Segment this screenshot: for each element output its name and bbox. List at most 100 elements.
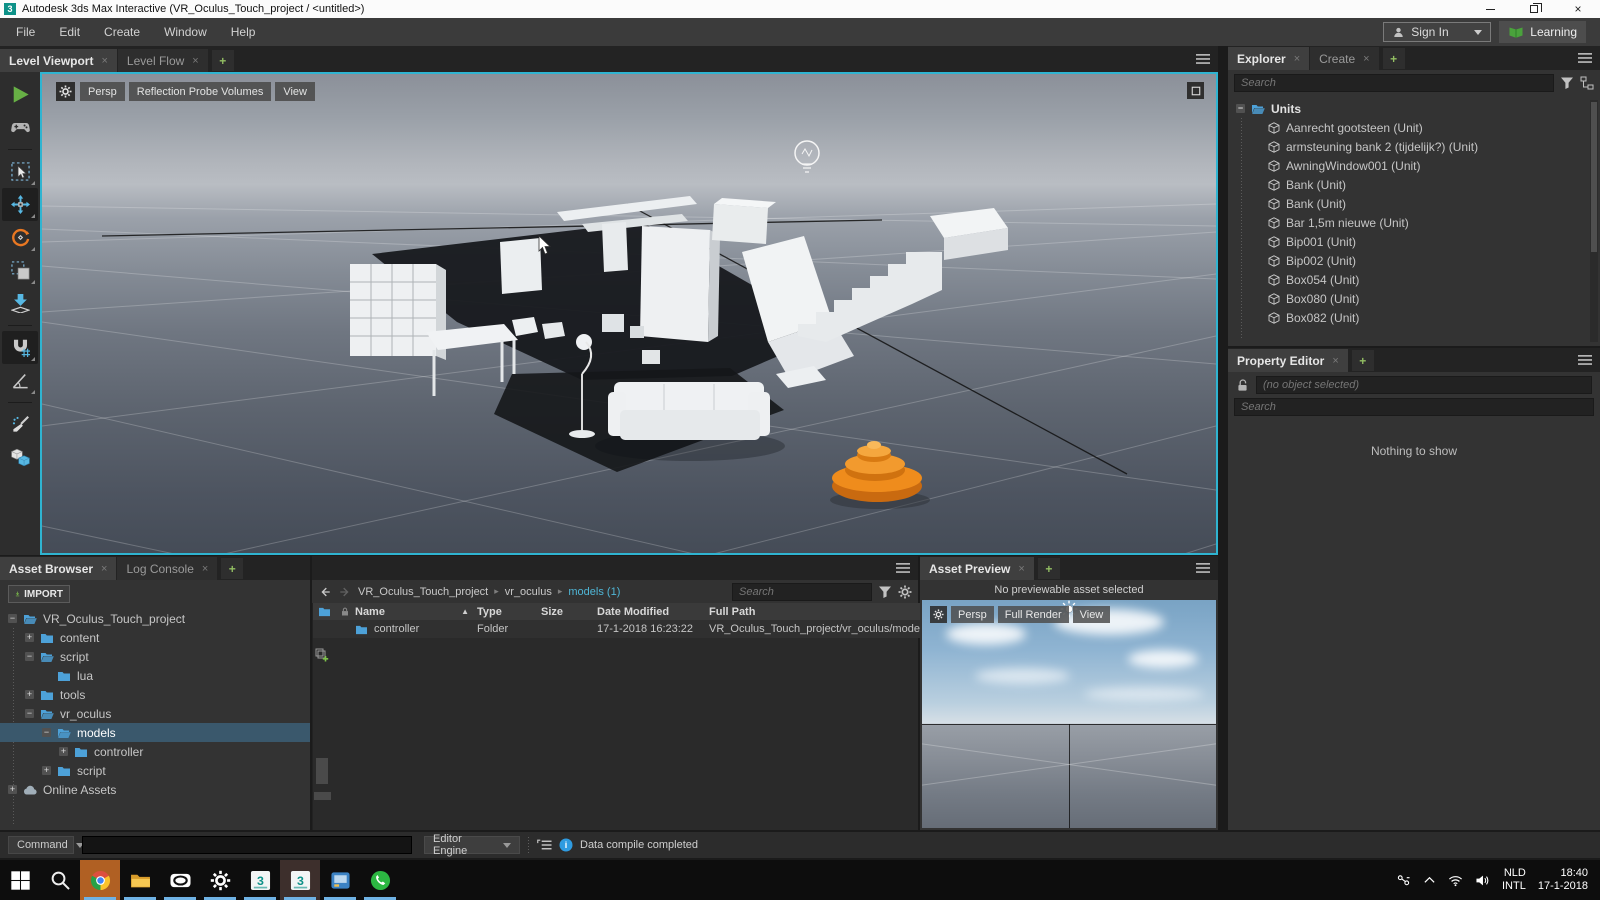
panel-menu-icon[interactable] [1578,52,1592,64]
close-icon[interactable]: × [1332,355,1338,367]
explorer-tree-item[interactable]: Units [1228,99,1600,118]
expander-icon[interactable] [1236,104,1245,113]
expander-icon[interactable] [8,614,17,623]
back-button[interactable] [318,586,332,598]
preview-mode-button[interactable]: Persp [951,606,994,623]
expander-icon[interactable] [25,709,34,718]
explorer-tree-item[interactable]: Box080 (Unit) [1228,289,1600,308]
project-tree-item[interactable]: script [0,647,310,666]
project-tree-item[interactable]: tools [0,685,310,704]
tool-button[interactable] [2,221,38,254]
tool-button[interactable] [2,111,38,144]
column-path[interactable]: Full Path [709,606,940,618]
breadcrumb-item[interactable]: VR_Oculus_Touch_project [358,586,488,598]
explorer-tree-item[interactable]: AwningWindow001 (Unit) [1228,156,1600,175]
language-indicator[interactable]: NLD INTL [1502,867,1526,893]
tool-button[interactable] [2,364,38,397]
preview-mode-button[interactable]: View [1073,606,1111,623]
column-size[interactable]: Size [541,606,597,618]
tool-button[interactable] [2,155,38,188]
tool-button[interactable] [2,441,38,474]
property-editor-tab[interactable]: Property Editor× [1228,349,1348,372]
preview-viewport[interactable]: PerspFull RenderView [922,600,1216,828]
menu-item[interactable]: Window [152,18,219,46]
close-icon[interactable]: × [1294,53,1300,65]
sign-in-button[interactable]: Sign In [1383,22,1491,42]
taskbar-button[interactable] [320,860,360,900]
property-search-input[interactable] [1234,398,1594,416]
command-dropdown[interactable]: Command [8,836,74,854]
column-modified[interactable]: Date Modified [597,606,709,618]
lock-column-icon[interactable] [340,606,350,617]
tool-button[interactable] [2,188,38,221]
project-tree-item[interactable]: VR_Oculus_Touch_project [0,609,310,628]
file-search-input[interactable] [732,583,872,601]
clock[interactable]: 18:40 17-1-2018 [1538,867,1588,893]
taskbar-button[interactable] [120,860,160,900]
expander-icon[interactable] [8,785,17,794]
viewport-mode-button[interactable]: View [275,82,315,101]
viewport-mode-button[interactable]: Persp [80,82,125,101]
tool-button[interactable] [2,287,38,320]
lock-open-icon[interactable] [1236,378,1249,392]
people-icon[interactable] [1396,874,1411,887]
close-icon[interactable]: × [1018,563,1024,575]
close-icon[interactable]: × [101,55,107,67]
new-tab-button[interactable]: + [1038,558,1060,579]
viewport-tab[interactable]: Level Viewport× [0,49,117,72]
chevron-up-icon[interactable] [1423,876,1436,884]
viewport-settings-button[interactable] [56,82,75,101]
viewport-tab[interactable]: Level Flow× [118,49,208,72]
expander-icon[interactable] [25,652,34,661]
close-icon[interactable]: × [192,55,198,67]
asset-preview-tab[interactable]: Asset Preview× [920,557,1034,580]
project-tree-item[interactable]: content [0,628,310,647]
expander-icon[interactable] [25,633,34,642]
table-row[interactable]: controller Folder 17-1-2018 16:23:22 VR_… [313,620,940,638]
taskbar-button[interactable] [200,860,240,900]
close-icon[interactable]: × [1363,53,1369,65]
project-tree-item[interactable]: models [0,723,310,742]
filter-icon[interactable] [1560,76,1574,90]
tool-button[interactable] [2,78,38,111]
menu-item[interactable]: Create [92,18,152,46]
tree-collapse-icon[interactable] [1580,76,1594,90]
new-tab-button[interactable]: + [212,50,234,71]
menu-item[interactable]: Help [219,18,268,46]
panel-menu-icon[interactable] [1578,354,1592,366]
viewport-maximize-button[interactable] [1187,82,1204,99]
explorer-tree-item[interactable]: Bank (Unit) [1228,194,1600,213]
panel-menu-icon[interactable] [1196,562,1210,574]
level-viewport[interactable]: PerspReflection Probe VolumesView [40,72,1218,555]
expander-icon[interactable] [42,728,51,737]
scrollbar-horizontal[interactable] [314,792,331,800]
explorer-tab[interactable]: Create× [1310,47,1378,70]
taskbar-button[interactable] [80,860,120,900]
breadcrumb-item[interactable]: ▸ [494,586,499,597]
explorer-search-input[interactable] [1234,74,1554,92]
new-tab-button[interactable]: + [1352,350,1374,371]
speaker-icon[interactable] [1475,874,1490,887]
scrollbar[interactable] [316,758,328,784]
forward-button[interactable] [338,586,352,598]
expander-icon[interactable] [25,690,34,699]
panel-menu-icon[interactable] [896,562,910,574]
column-type[interactable]: Type [477,606,541,618]
column-name[interactable]: Name▲ [355,606,477,618]
asset-browser-tab[interactable]: Asset Browser× [0,557,116,580]
explorer-tab[interactable]: Explorer× [1228,47,1309,70]
tool-button[interactable] [2,408,38,441]
preview-mode-button[interactable]: Full Render [998,606,1069,623]
taskbar-button[interactable] [160,860,200,900]
taskbar-button[interactable] [0,860,40,900]
wifi-icon[interactable] [1448,874,1463,887]
import-button[interactable]: IMPORT [8,585,70,603]
tool-button[interactable] [2,331,38,364]
project-tree-item[interactable]: vr_oculus [0,704,310,723]
menu-item[interactable]: File [4,18,47,46]
new-tab-button[interactable]: + [221,558,243,579]
learning-button[interactable]: Learning [1499,21,1586,43]
explorer-tree-item[interactable]: Aanrecht gootsteen (Unit) [1228,118,1600,137]
add-asset-icon[interactable] [315,648,329,662]
project-tree-item[interactable]: lua [0,666,310,685]
